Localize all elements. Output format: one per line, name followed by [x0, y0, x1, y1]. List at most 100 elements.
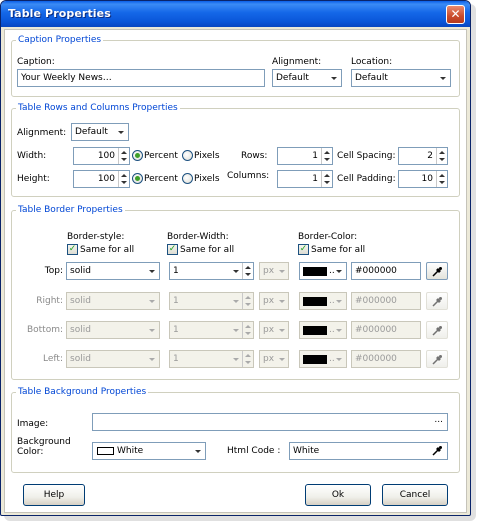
border-unit-value: px: [263, 266, 275, 276]
rows-spinner[interactable]: 1: [277, 147, 333, 165]
width-same-for-all-checkbox[interactable]: ✓: [167, 244, 178, 255]
rows-value: 1: [312, 151, 318, 161]
border-style-select[interactable]: solid: [66, 262, 160, 280]
border-width-spinner[interactable]: 1: [169, 350, 254, 368]
width-percent-radio[interactable]: [132, 150, 143, 161]
eyedropper-icon: [432, 267, 442, 277]
dialog-body: Caption Properties Caption: Your Weekly …: [4, 29, 467, 513]
eyedropper-icon: [432, 297, 442, 307]
border-width-spinner[interactable]: 1: [169, 292, 254, 310]
help-button[interactable]: Help: [23, 484, 85, 506]
border-color-input[interactable]: #000000: [351, 262, 421, 280]
spin-down-icon: [245, 332, 251, 335]
height-percent-radio[interactable]: [132, 173, 143, 184]
height-value: 100: [97, 174, 115, 184]
caption-properties-legend: Caption Properties: [18, 35, 102, 45]
cell-spacing-spinner[interactable]: 2: [398, 147, 448, 165]
border-style-select[interactable]: solid: [66, 350, 160, 368]
border-color-input[interactable]: #000000: [351, 350, 421, 368]
border-color-select[interactable]: ..: [299, 262, 347, 280]
spin-up-icon: [121, 151, 127, 154]
spinner-buttons[interactable]: [242, 263, 253, 279]
border-width-value: 1: [173, 266, 179, 276]
chevron-down-icon: [118, 131, 124, 134]
eyedropper-button[interactable]: [426, 292, 448, 310]
image-input[interactable]: ...: [92, 413, 448, 431]
eyedropper-button[interactable]: [426, 350, 448, 368]
chevron-down-icon: [331, 77, 337, 80]
eyedropper-button[interactable]: [426, 262, 448, 280]
border-unit-select[interactable]: px: [259, 292, 289, 310]
color-swatch: [303, 355, 327, 364]
cancel-button[interactable]: Cancel: [382, 484, 448, 506]
border-color-input[interactable]: #000000: [351, 321, 421, 339]
width-spinner[interactable]: 100: [73, 147, 130, 165]
chevron-down-icon: [233, 358, 239, 361]
border-width-value: 1: [173, 354, 179, 364]
spinner-buttons[interactable]: [242, 293, 253, 309]
spin-down-icon: [245, 273, 251, 276]
chevron-down-icon: [279, 300, 285, 303]
cell-padding-spinner[interactable]: 10: [398, 170, 448, 188]
close-button[interactable]: ✕: [446, 5, 465, 24]
spin-down-icon: [245, 303, 251, 306]
close-icon: ✕: [450, 7, 461, 21]
height-label: Height:: [17, 174, 50, 184]
table-alignment-select[interactable]: Default: [71, 123, 129, 141]
border-style-select[interactable]: solid: [66, 292, 160, 310]
border-width-spinner[interactable]: 1: [169, 262, 254, 280]
spinner-buttons[interactable]: [118, 148, 129, 164]
border-style-value: solid: [70, 325, 91, 335]
eyedropper-button[interactable]: [426, 321, 448, 339]
border-unit-value: px: [263, 325, 275, 335]
border-width-header: Border-Width:: [167, 232, 229, 242]
caption-location-select[interactable]: Default: [351, 69, 451, 87]
color-same-for-all-checkbox[interactable]: ✓: [298, 244, 309, 255]
style-same-for-all-checkbox[interactable]: ✓: [67, 244, 78, 255]
chevron-down-icon: [149, 358, 155, 361]
height-spinner[interactable]: 100: [73, 170, 130, 188]
html-code-input[interactable]: White: [289, 442, 448, 460]
color-same-for-all-label: Same for all: [311, 245, 366, 255]
table-alignment-value: Default: [75, 127, 108, 137]
caption-alignment-select[interactable]: Default: [272, 69, 342, 87]
caption-input[interactable]: Your Weekly News…: [17, 69, 265, 87]
border-unit-select[interactable]: px: [259, 321, 289, 339]
height-pixels-radio[interactable]: [182, 173, 193, 184]
spinner-buttons[interactable]: [321, 171, 332, 187]
caption-location-value: Default: [355, 73, 388, 83]
color-dots: ..: [329, 296, 335, 306]
border-style-select[interactable]: solid: [66, 321, 160, 339]
spinner-buttons[interactable]: [321, 148, 332, 164]
border-color-select[interactable]: ..: [299, 292, 347, 310]
eyedropper-icon[interactable]: [432, 445, 443, 456]
columns-spinner[interactable]: 1: [277, 170, 333, 188]
title-bar[interactable]: Table Properties ✕: [1, 1, 470, 27]
spinner-buttons[interactable]: [436, 171, 447, 187]
spinner-buttons[interactable]: [436, 148, 447, 164]
spinner-buttons[interactable]: [242, 322, 253, 338]
browse-icon[interactable]: ...: [434, 415, 443, 425]
spinner-buttons[interactable]: [118, 171, 129, 187]
white-swatch: [97, 447, 114, 455]
caption-properties-group: Caption Properties: [11, 35, 460, 97]
width-pixels-label: Pixels: [194, 151, 220, 161]
border-width-spinner[interactable]: 1: [169, 321, 254, 339]
border-color-select[interactable]: ..: [299, 321, 347, 339]
border-color-input[interactable]: #000000: [351, 292, 421, 310]
border-color-header: Border-Color:: [298, 232, 358, 242]
bg-color-select[interactable]: White: [92, 442, 206, 460]
eyedropper-icon: [432, 326, 442, 336]
caption-location-label: Location:: [351, 57, 393, 67]
width-pixels-radio[interactable]: [182, 150, 193, 161]
border-unit-select[interactable]: px: [259, 350, 289, 368]
color-swatch: [303, 326, 327, 335]
html-code-value: White: [293, 446, 320, 456]
spinner-buttons[interactable]: [242, 351, 253, 367]
chevron-down-icon: [233, 270, 239, 273]
ok-button[interactable]: Ok: [305, 484, 371, 506]
border-unit-select[interactable]: px: [259, 262, 289, 280]
height-pixels-label: Pixels: [194, 174, 220, 184]
border-color-select[interactable]: ..: [299, 350, 347, 368]
cell-padding-value: 10: [421, 174, 433, 184]
